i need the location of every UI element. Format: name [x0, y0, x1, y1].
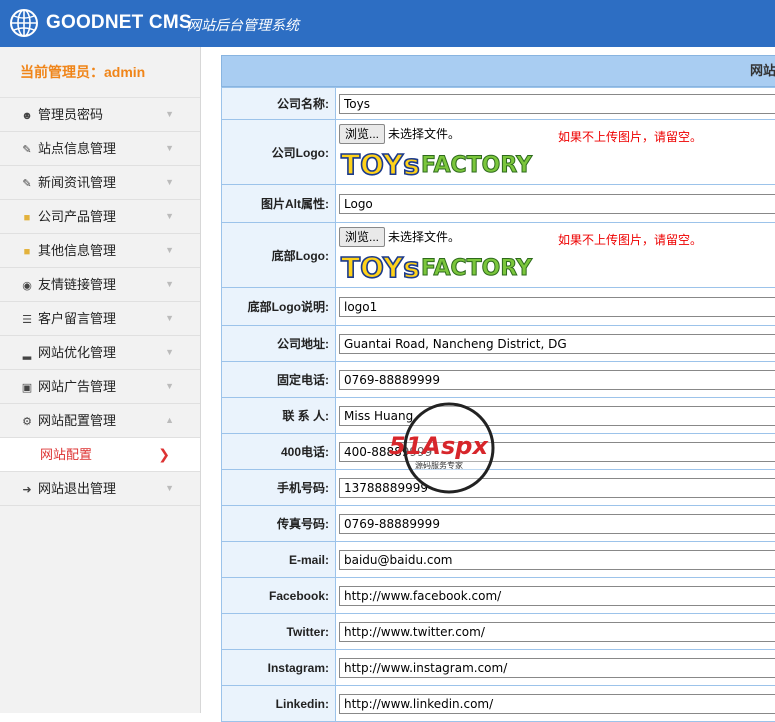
bar-chart-icon: ▂	[22, 348, 32, 360]
sidebar-item-news[interactable]: ✎ 新闻资讯管理 ▼	[0, 166, 200, 200]
main-content: 网站配置 公司名称: 公司Logo: 浏览...未选择文件。 如果不上传图片，请…	[221, 55, 775, 722]
sidebar-item-admin-password[interactable]: ☻ 管理员密码 ▼	[0, 98, 200, 132]
form-title-bar: 网站配置	[221, 55, 775, 87]
edit-icon: ✎	[22, 144, 32, 156]
globe-icon: ◉	[22, 280, 32, 292]
sidebar: 当前管理员：admin ☻ 管理员密码 ▼ ✎ 站点信息管理 ▼ ✎ 新闻资讯管理 ▼…	[0, 47, 201, 713]
sidebar-item-site-config[interactable]: ⚙ 网站配置管理 ▲	[0, 404, 200, 438]
contact-label: 联 系 人:	[221, 397, 336, 434]
image-alt-label: 图片Alt属性:	[221, 184, 336, 223]
sidebar-subitem-label: 网站配置	[40, 447, 93, 462]
brand-subtitle: 网站后台管理系统	[187, 17, 299, 33]
sidebar-item-links[interactable]: ◉ 友情链接管理 ▼	[0, 268, 200, 302]
sidebar-item-label: 网站退出管理	[38, 481, 117, 496]
chevron-down-icon: ▼	[165, 109, 174, 119]
fax-input[interactable]	[339, 513, 775, 534]
top-header: GOODNET CMS 网站后台管理系统	[0, 0, 775, 47]
sidebar-item-label: 网站配置管理	[38, 413, 117, 428]
sidebar-item-label: 客户留言管理	[38, 311, 117, 326]
footer-logo-label: 底部Logo:	[221, 222, 336, 288]
form-title: 网站配置	[749, 63, 775, 78]
linkedin-input[interactable]	[339, 693, 775, 714]
mobile-label: 手机号码:	[221, 469, 336, 506]
image-alt-input[interactable]	[339, 193, 775, 214]
company-logo-browse-button[interactable]: 浏览...	[339, 124, 386, 144]
chevron-down-icon: ▼	[165, 347, 174, 357]
chevron-down-icon: ▼	[165, 313, 174, 323]
hotline-label: 400电话:	[221, 433, 336, 470]
sidebar-item-seo[interactable]: ▂ 网站优化管理 ▼	[0, 336, 200, 370]
sidebar-item-label: 公司产品管理	[38, 209, 117, 224]
sidebar-item-products[interactable]: ■ 公司产品管理 ▼	[0, 200, 200, 234]
logo-factory-text: FACTORY	[421, 256, 533, 281]
footer-logo-desc-input[interactable]	[339, 296, 775, 317]
address-input[interactable]	[339, 333, 775, 354]
company-logo-upload-hint: 如果不上传图片，请留空。	[558, 130, 703, 144]
logout-icon: ➜	[22, 484, 32, 496]
sidebar-item-site-info[interactable]: ✎ 站点信息管理 ▼	[0, 132, 200, 166]
chevron-down-icon: ▼	[165, 143, 174, 153]
logo-toys-text: TOYs	[341, 148, 420, 180]
twitter-label: Twitter:	[221, 613, 336, 650]
gear-icon: ⚙	[22, 416, 32, 428]
logo-toys-text: TOYs	[341, 251, 420, 283]
company-logo-label: 公司Logo:	[221, 119, 336, 185]
folder-icon: ■	[23, 212, 31, 224]
chevron-down-icon: ▼	[165, 245, 174, 255]
footer-logo-browse-button[interactable]: 浏览...	[339, 227, 386, 247]
logo-factory-text: FACTORY	[421, 153, 533, 178]
chevron-up-icon: ▲	[165, 415, 174, 425]
instagram-label: Instagram:	[221, 649, 336, 686]
contact-input[interactable]	[339, 405, 775, 426]
footer-logo-preview: TOYs FACTORY	[340, 250, 533, 283]
chevron-down-icon: ▼	[165, 483, 174, 493]
globe-logo-icon	[10, 9, 38, 37]
address-label: 公司地址:	[221, 325, 336, 362]
footer-logo-file-status: 未选择文件。	[388, 230, 461, 244]
footer-logo-desc-label: 底部Logo说明:	[221, 287, 336, 326]
sidebar-item-label: 其他信息管理	[38, 243, 117, 258]
config-form-table: 公司名称: 公司Logo: 浏览...未选择文件。 如果不上传图片，请留空。 T…	[221, 87, 775, 722]
chevron-right-icon: ❯	[158, 446, 170, 462]
sidebar-item-other-info[interactable]: ■ 其他信息管理 ▼	[0, 234, 200, 268]
company-logo-preview: TOYs FACTORY	[340, 147, 533, 180]
sidebar-item-label: 网站广告管理	[38, 379, 117, 394]
phone-input[interactable]	[339, 369, 775, 390]
sidebar-item-label: 网站优化管理	[38, 345, 117, 360]
sidebar-item-messages[interactable]: ☰ 客户留言管理 ▼	[0, 302, 200, 336]
folder-icon: ■	[23, 246, 31, 258]
chevron-down-icon: ▼	[165, 177, 174, 187]
email-input[interactable]	[339, 549, 775, 570]
company-name-label: 公司名称:	[221, 87, 336, 120]
list-icon: ☰	[22, 314, 32, 326]
company-name-input[interactable]	[339, 93, 775, 114]
sidebar-item-label: 新闻资讯管理	[38, 175, 117, 190]
mobile-input[interactable]	[339, 477, 775, 498]
sidebar-item-label: 友情链接管理	[38, 277, 117, 292]
sidebar-item-ads[interactable]: ▣ 网站广告管理 ▼	[0, 370, 200, 404]
twitter-input[interactable]	[339, 621, 775, 642]
instagram-input[interactable]	[339, 657, 775, 678]
current-admin-label: 当前管理员：admin	[0, 47, 200, 98]
sidebar-item-label: 管理员密码	[38, 107, 104, 122]
facebook-input[interactable]	[339, 585, 775, 606]
footer-logo-upload-hint: 如果不上传图片，请留空。	[558, 233, 703, 247]
sidebar-subitem-site-config[interactable]: 网站配置 ❯	[0, 438, 200, 472]
brand-name: GOODNET CMS	[46, 12, 192, 33]
company-logo-file-status: 未选择文件。	[388, 127, 461, 141]
monitor-icon: ▣	[21, 382, 33, 394]
sidebar-item-logout[interactable]: ➜ 网站退出管理 ▼	[0, 472, 200, 506]
chevron-down-icon: ▼	[165, 279, 174, 289]
linkedin-label: Linkedin:	[221, 685, 336, 722]
sidebar-item-label: 站点信息管理	[38, 141, 117, 156]
hotline-input[interactable]	[339, 441, 775, 462]
email-label: E-mail:	[221, 541, 336, 578]
phone-label: 固定电话:	[221, 361, 336, 398]
chevron-down-icon: ▼	[165, 211, 174, 221]
fax-label: 传真号码:	[221, 505, 336, 542]
facebook-label: Facebook:	[221, 577, 336, 614]
chevron-down-icon: ▼	[165, 381, 174, 391]
edit-icon: ✎	[22, 178, 32, 190]
user-icon: ☻	[21, 110, 33, 122]
